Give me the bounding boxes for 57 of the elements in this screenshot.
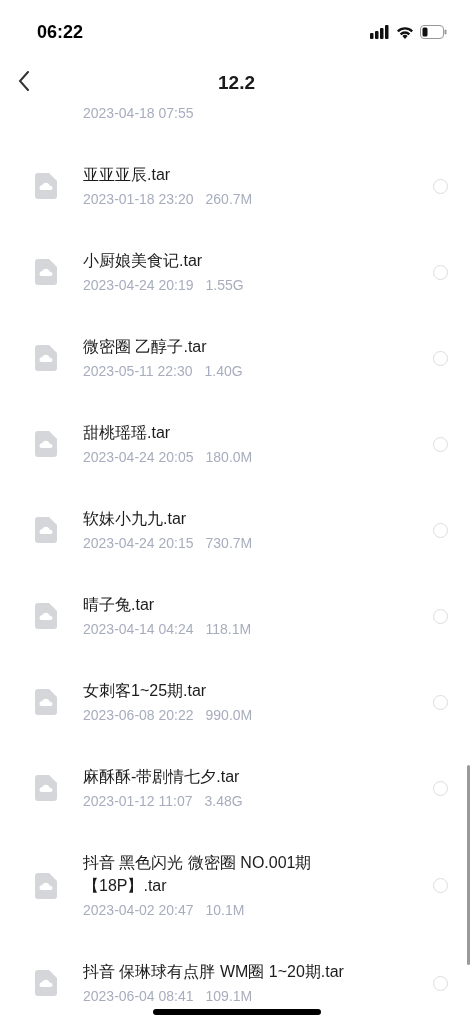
file-date: 2023-04-24 20:19 <box>83 276 194 295</box>
file-row[interactable]: 抖音 保琳球有点胖 WM圈 1~20期.tar 2023-06-04 08:41 109.1M <box>0 940 473 1024</box>
file-date: 2023-04-14 04:24 <box>83 620 194 639</box>
file-size: 730.7M <box>205 534 253 553</box>
file-size: 118.1M <box>205 620 252 639</box>
file-size: 109.1M <box>205 987 253 1006</box>
cloud-file-icon <box>35 259 57 285</box>
cloud-file-icon <box>35 173 57 199</box>
chevron-left-icon <box>18 71 30 91</box>
file-date: 2023-04-02 20:47 <box>83 901 194 920</box>
file-name: 微密圈 乙醇子.tar <box>83 337 208 357</box>
file-size: 10.1M <box>205 901 245 920</box>
cloud-file-icon <box>35 872 57 899</box>
file-size: 3.48G <box>204 792 243 811</box>
file-name: 抖音 保琳球有点胖 WM圈 1~20期.tar <box>83 962 345 982</box>
signal-icon <box>370 25 390 39</box>
cloud-file-icon <box>35 970 57 996</box>
file-date: 2023-01-12 11:07 <box>83 792 193 811</box>
file-date: 2023-05-11 22:30 <box>83 362 193 381</box>
file-row[interactable]: 晴子兔.tar 2023-04-14 04:24 118.1M <box>0 573 473 659</box>
file-name: 麻酥酥-带剧情七夕.tar <box>83 767 241 787</box>
file-row[interactable]: 小厨娘美食记.tar 2023-04-24 20:19 1.55G <box>0 229 473 315</box>
file-date: 2023-06-04 08:41 <box>83 987 194 1006</box>
wifi-icon <box>396 25 414 39</box>
file-row[interactable]: 抖音 黑色闪光 微密圈 NO.001期【18P】.tar 2023-04-02 20:47 10.1M <box>0 831 473 940</box>
file-name: 软妹小九九.tar <box>83 509 188 529</box>
file-name: 抖音 黑色闪光 微密圈 NO.001期【18P】.tar <box>83 853 313 896</box>
cloud-file-icon <box>35 345 57 371</box>
file-size: 180.0M <box>205 448 253 467</box>
file-row[interactable]: 亚亚亚辰.tar 2023-01-18 23:20 260.7M <box>0 143 473 229</box>
cloud-file-icon <box>35 603 57 629</box>
file-name: 晴子兔.tar <box>83 595 156 615</box>
file-name: 亚亚亚辰.tar <box>83 165 172 185</box>
cloud-file-icon <box>35 431 57 457</box>
page-title: 12.2 <box>218 70 255 95</box>
file-date: 2023-01-18 23:20 <box>83 190 194 209</box>
cloud-file-icon <box>35 689 57 715</box>
file-size: 1.40G <box>204 362 243 381</box>
file-row[interactable]: 微密圈 乙醇子.tar 2023-05-11 22:30 1.40G <box>0 315 473 401</box>
file-date: 2023-04-24 20:15 <box>83 534 194 553</box>
file-row[interactable]: 女刺客1~25期.tar 2023-06-08 20:22 990.0M <box>0 659 473 745</box>
cloud-file-icon <box>35 517 57 543</box>
file-size: 990.0M <box>205 706 253 725</box>
cloud-file-icon <box>35 775 57 801</box>
status-time: 06:22 <box>37 20 84 44</box>
file-row[interactable]: 甜桃瑶瑶.tar 2023-04-24 20:05 180.0M <box>0 401 473 487</box>
file-name: 小厨娘美食记.tar <box>83 251 204 271</box>
file-name: 女刺客1~25期.tar <box>83 681 208 701</box>
file-size: 1.55G <box>205 276 244 295</box>
file-name: 甜桃瑶瑶.tar <box>83 423 172 443</box>
file-meta: 2023-04-18 07:55 <box>83 104 195 123</box>
battery-icon <box>420 25 447 39</box>
file-row[interactable]: 软妹小九九.tar 2023-04-24 20:15 730.7M <box>0 487 473 573</box>
file-row[interactable]: 麻酥酥-带剧情七夕.tar 2023-01-12 11:07 3.48G <box>0 745 473 831</box>
file-date: 2023-06-08 20:22 <box>83 706 194 725</box>
file-date: 2023-04-24 20:05 <box>83 448 194 467</box>
file-size: 260.7M <box>205 190 253 209</box>
